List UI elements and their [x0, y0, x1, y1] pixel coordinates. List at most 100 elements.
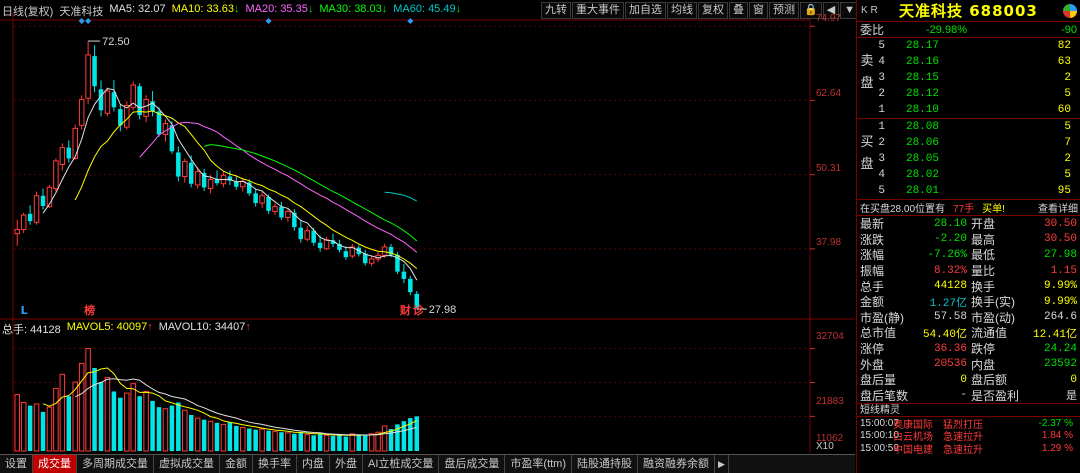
diagnose-marker[interactable]: 诊 — [413, 303, 425, 317]
candle[interactable] — [253, 188, 258, 207]
candle[interactable] — [130, 81, 136, 111]
volume-bar[interactable] — [118, 397, 123, 451]
candle[interactable] — [85, 41, 91, 105]
tab-amount[interactable]: 金额 — [220, 455, 253, 473]
candle[interactable] — [368, 255, 375, 267]
candle[interactable] — [111, 80, 117, 112]
tab-northbound-holdings[interactable]: 陆股通持股 — [572, 455, 639, 473]
kline-svg[interactable]: 72.50 27.98 L 榜 财诊 — [0, 0, 855, 454]
volume-bar[interactable] — [272, 431, 278, 452]
candle[interactable] — [137, 83, 142, 120]
candle[interactable] — [156, 107, 162, 137]
candle[interactable] — [188, 155, 194, 188]
volume-bar[interactable] — [59, 373, 66, 452]
volume-bar[interactable] — [169, 405, 175, 451]
candle[interactable] — [214, 170, 220, 186]
overlay-button[interactable]: 叠 — [729, 2, 748, 19]
volume-bar[interactable] — [124, 392, 130, 452]
candle[interactable] — [20, 212, 27, 234]
volume-bar[interactable] — [176, 402, 181, 451]
ask-row[interactable]: 4 28.16 63 — [857, 54, 1080, 70]
candle[interactable] — [40, 188, 46, 210]
volume-bar[interactable] — [317, 433, 323, 451]
volume-bar[interactable] — [292, 433, 297, 451]
volume-bar[interactable] — [337, 434, 342, 451]
ask-row[interactable]: 3 28.15 2 — [857, 70, 1080, 86]
kline-chart-area[interactable]: 72.50 27.98 L 榜 财诊 日线(复权) 天准科技 MA5: 32.07 MA… — [0, 0, 860, 473]
tab-settings[interactable]: 设置 — [0, 455, 33, 473]
tab-outer[interactable]: 外盘 — [330, 455, 363, 473]
candle[interactable] — [27, 205, 33, 225]
ask-row[interactable]: 5 28.17 82 — [857, 38, 1080, 54]
candle[interactable] — [362, 249, 368, 266]
candle[interactable] — [349, 243, 356, 259]
volume-bar[interactable] — [53, 387, 59, 452]
volume-bar[interactable] — [220, 423, 227, 452]
candle[interactable] — [279, 201, 284, 220]
tab-multi-period-volume[interactable]: 多周期成交量 — [77, 455, 154, 473]
candle[interactable] — [92, 45, 97, 93]
tab-volume[interactable]: 成交量 — [33, 455, 77, 473]
candle[interactable] — [408, 275, 413, 296]
tab-ai-volume[interactable]: AI立桩成交量 — [363, 455, 440, 473]
volume-bar[interactable] — [78, 362, 85, 452]
volume-bar[interactable] — [85, 348, 91, 452]
ask-row[interactable]: 2 28.12 5 — [857, 86, 1080, 102]
color-wheel-icon[interactable] — [1063, 4, 1077, 18]
volume-bar[interactable] — [72, 381, 78, 452]
volume-bar[interactable] — [266, 430, 271, 451]
volume-bar[interactable] — [304, 434, 310, 452]
volume-bar[interactable] — [137, 396, 142, 451]
volume-bar[interactable] — [188, 414, 194, 451]
volume-bar[interactable] — [253, 429, 258, 451]
volume-bar[interactable] — [92, 368, 97, 451]
candle[interactable] — [182, 158, 188, 183]
volume-bar[interactable] — [330, 435, 336, 451]
candle[interactable] — [124, 101, 130, 130]
candle[interactable] — [104, 87, 111, 117]
volume-bar[interactable] — [227, 422, 233, 451]
volume-bar[interactable] — [207, 420, 214, 452]
volume-bar[interactable] — [311, 435, 316, 451]
rank-marker[interactable]: 榜 — [84, 303, 95, 317]
l-marker[interactable]: L — [21, 304, 28, 317]
candle[interactable] — [304, 225, 310, 242]
tab-margin-balance[interactable]: 融资融券余额 — [638, 455, 716, 473]
candle[interactable] — [33, 191, 40, 225]
volume-bar[interactable] — [349, 433, 356, 452]
finance-marker[interactable]: 财 — [399, 303, 411, 317]
candle[interactable] — [14, 219, 20, 246]
volume-bar[interactable] — [40, 411, 46, 451]
volume-bar[interactable] — [104, 376, 111, 452]
volume-bar[interactable] — [246, 428, 252, 451]
volume-bar[interactable] — [98, 382, 104, 451]
candle[interactable] — [72, 124, 78, 160]
volume-bar[interactable] — [259, 428, 265, 452]
major-events-button[interactable]: 重大事件 — [572, 2, 624, 19]
candle[interactable] — [66, 140, 72, 163]
volume-bar[interactable] — [143, 391, 149, 452]
volume-bar[interactable] — [130, 383, 136, 452]
volume-bar[interactable] — [182, 409, 188, 452]
volume-bar[interactable] — [27, 405, 33, 451]
volume-bar[interactable] — [362, 435, 368, 451]
candle[interactable] — [201, 168, 207, 191]
volume-bar[interactable] — [194, 417, 201, 452]
add-watchlist-button[interactable]: 加自选 — [625, 2, 666, 19]
volume-bar[interactable] — [240, 427, 246, 452]
volume-bar[interactable] — [20, 401, 27, 452]
candle[interactable] — [298, 219, 304, 243]
volume-bar[interactable] — [323, 434, 330, 452]
candle[interactable] — [176, 146, 181, 182]
candle[interactable] — [118, 104, 123, 132]
candle[interactable] — [234, 176, 239, 190]
forecast-button[interactable]: 预测 — [769, 2, 799, 19]
volume-bar[interactable] — [111, 391, 117, 452]
kr-label[interactable]: K R — [861, 5, 899, 16]
volume-bar[interactable] — [33, 403, 40, 452]
news-item[interactable]: 15:00:59 中国电建 急速拉升 1.29 % — [857, 442, 1080, 456]
volume-bar[interactable] — [214, 422, 220, 451]
candle[interactable] — [401, 263, 407, 284]
tab-virtual-volume[interactable]: 虚拟成交量 — [154, 455, 220, 473]
candle[interactable] — [272, 203, 278, 216]
